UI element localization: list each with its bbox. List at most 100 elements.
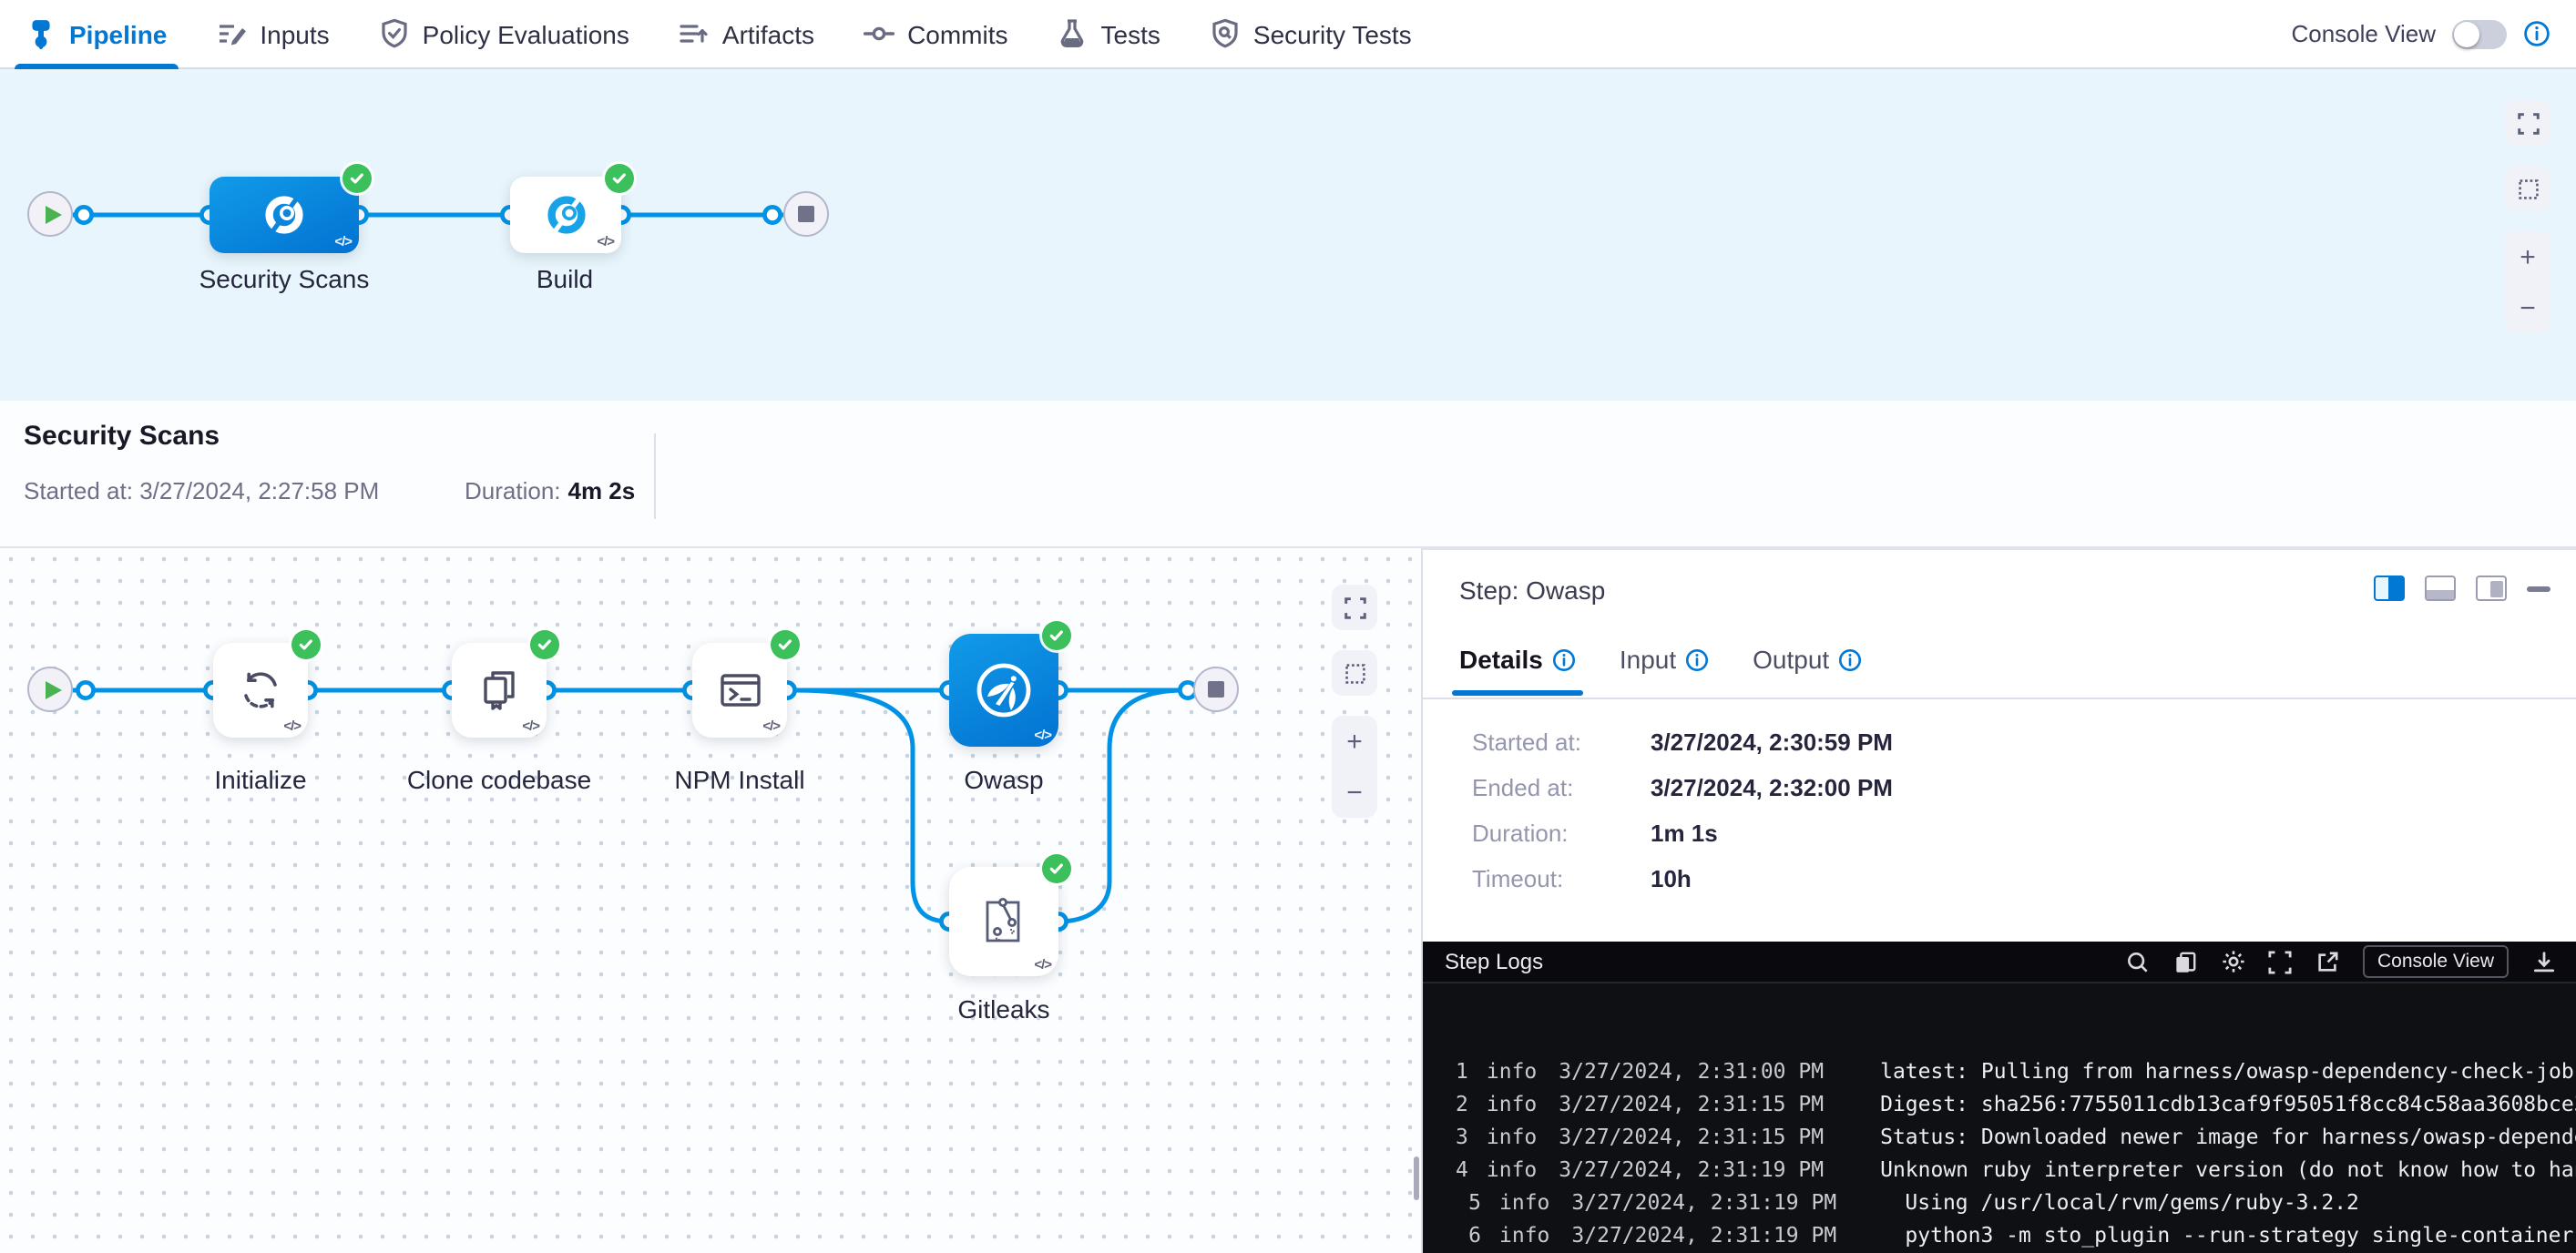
- log-ln: 4: [1456, 1153, 1468, 1186]
- select-region-button[interactable]: [2505, 166, 2550, 211]
- fullscreen-button[interactable]: [2505, 100, 2550, 146]
- tab-commits[interactable]: Commits: [864, 0, 1007, 68]
- log-ln: 6: [1456, 1218, 1481, 1251]
- console-view-toggle[interactable]: [2452, 19, 2507, 48]
- scrollbar-thumb[interactable]: [1414, 1156, 1419, 1200]
- log-lines[interactable]: 1info3/27/2024, 2:31:00 PMlatest: Pullin…: [1423, 983, 2576, 1251]
- code-glyph: </>: [522, 718, 539, 734]
- stage-end-node: [783, 191, 829, 237]
- zoom-controls: + −: [1332, 716, 1377, 818]
- zoom-out-button[interactable]: −: [1346, 779, 1363, 806]
- select-region-button[interactable]: [1332, 650, 1377, 696]
- step-card-npm-install[interactable]: </>: [692, 643, 787, 738]
- pipeline-icon: [26, 18, 56, 49]
- layout-split-right-icon[interactable]: [2374, 576, 2405, 601]
- success-badge: [605, 164, 634, 193]
- minimize-panel-icon[interactable]: [2527, 586, 2550, 591]
- tab-label: Security Tests: [1253, 19, 1412, 48]
- zoom-controls: + −: [2505, 231, 2550, 333]
- zoom-in-button[interactable]: +: [2520, 243, 2536, 270]
- tab-input[interactable]: Input: [1620, 645, 1709, 696]
- tab-output[interactable]: Output: [1753, 645, 1862, 696]
- detail-label: Ended at:: [1472, 774, 1651, 803]
- fullscreen-icon[interactable]: [2268, 949, 2294, 974]
- stage-summary-bar: Security Scans Started at: 3/27/2024, 2:…: [0, 401, 2576, 548]
- ci-stage-icon: [261, 191, 308, 239]
- log-time: 3/27/2024, 2:31:15 PM: [1559, 1087, 1824, 1120]
- step-card-initialize[interactable]: </>: [213, 643, 308, 738]
- step-label: Initialize: [151, 765, 370, 794]
- log-lvl: info: [1499, 1218, 1549, 1251]
- code-glyph: </>: [283, 718, 301, 734]
- stage-card-build[interactable]: </>: [510, 177, 621, 253]
- step-details-rows: Started at: 3/27/2024, 2:30:59 PM Ended …: [1472, 728, 1893, 894]
- step-start-node: [27, 667, 73, 712]
- stage-graph-canvas[interactable]: </> </> Security Scans Build + −: [0, 69, 2576, 401]
- step-card-gitleaks[interactable]: </>: [949, 867, 1058, 976]
- info-icon[interactable]: [2523, 20, 2550, 47]
- tab-details[interactable]: Details: [1459, 645, 1576, 696]
- stage-canvas-controls: + −: [2505, 100, 2550, 333]
- log-time: 3/27/2024, 2:31:00 PM: [1559, 1054, 1824, 1087]
- success-badge: [530, 630, 559, 659]
- step-logs-title: Step Logs: [1445, 949, 1543, 974]
- panel-layout-controls: [2374, 576, 2550, 601]
- stage-started-at: Started at: 3/27/2024, 2:27:58 PM: [24, 477, 379, 504]
- download-icon[interactable]: [2530, 949, 2556, 974]
- step-label: Clone codebase: [390, 765, 608, 794]
- tab-label: Details: [1459, 645, 1543, 674]
- console-view-label: Console View: [2291, 20, 2436, 47]
- tab-policy-evaluations[interactable]: Policy Evaluations: [379, 0, 629, 68]
- step-end-node: [1193, 667, 1239, 712]
- step-graph-canvas[interactable]: </> </> </> </>: [0, 548, 1421, 1253]
- tab-inputs[interactable]: Inputs: [216, 0, 329, 68]
- tab-label: Output: [1753, 645, 1829, 674]
- log-line: 5info3/27/2024, 2:31:19 PMUsing /usr/loc…: [1456, 1186, 2576, 1218]
- detail-label: Started at:: [1472, 728, 1651, 758]
- detail-value: 10h: [1651, 865, 1692, 894]
- zoom-in-button[interactable]: +: [1346, 728, 1363, 755]
- tab-security-tests[interactable]: Security Tests: [1210, 0, 1412, 68]
- settings-gear-icon[interactable]: [2221, 949, 2246, 974]
- tab-artifacts[interactable]: Artifacts: [679, 0, 814, 68]
- clone-codebase-icon: [475, 667, 523, 714]
- open-external-icon[interactable]: [2315, 949, 2341, 974]
- zoom-out-button[interactable]: −: [2520, 294, 2536, 321]
- shield-search-icon: [1210, 18, 1241, 49]
- stage-connectors: [0, 69, 2576, 401]
- search-icon[interactable]: [2126, 949, 2152, 974]
- console-view-button[interactable]: Console View: [2363, 945, 2509, 978]
- tab-tests[interactable]: Tests: [1058, 0, 1160, 68]
- duration-label: Duration:: [465, 477, 561, 504]
- code-glyph: </>: [597, 233, 614, 250]
- detail-value: 3/27/2024, 2:32:00 PM: [1651, 774, 1893, 803]
- detail-value: 3/27/2024, 2:30:59 PM: [1651, 728, 1893, 758]
- log-lvl: info: [1499, 1186, 1549, 1218]
- tab-label: Policy Evaluations: [423, 19, 629, 48]
- step-card-owasp[interactable]: </>: [949, 634, 1058, 747]
- top-nav: Pipeline Inputs Policy Evaluations Artif…: [0, 0, 2576, 69]
- started-value: 3/27/2024, 2:27:58 PM: [139, 477, 379, 504]
- fullscreen-button[interactable]: [1332, 585, 1377, 630]
- layout-floating-icon[interactable]: [2476, 576, 2507, 601]
- duration-value: 4m 2s: [568, 477, 636, 504]
- tab-pipeline[interactable]: Pipeline: [26, 0, 167, 68]
- layout-split-bottom-icon[interactable]: [2425, 576, 2456, 601]
- copy-icon[interactable]: [2173, 949, 2199, 974]
- code-glyph: </>: [762, 718, 780, 734]
- log-msg: Digest: sha256:7755011cdb13caf9f95051f8c…: [1880, 1087, 2576, 1120]
- stage-card-security-scans[interactable]: </>: [210, 177, 359, 253]
- ci-stage-icon: [542, 191, 589, 239]
- log-line: 3info3/27/2024, 2:31:15 PMStatus: Downlo…: [1456, 1120, 2576, 1153]
- step-panel-title: Step: Owasp: [1459, 576, 1605, 605]
- log-msg: Unknown ruby interpreter version (do not…: [1880, 1153, 2576, 1186]
- step-card-clone-codebase[interactable]: </>: [452, 643, 547, 738]
- step-label: Gitleaks: [894, 994, 1113, 1024]
- flask-icon: [1058, 18, 1089, 49]
- artifacts-icon: [679, 18, 710, 49]
- log-lvl: info: [1487, 1054, 1537, 1087]
- log-time: 3/27/2024, 2:31:15 PM: [1559, 1120, 1824, 1153]
- log-ln: 5: [1456, 1186, 1481, 1218]
- detail-row-timeout: Timeout: 10h: [1472, 865, 1893, 894]
- stage-label: Security Scans: [175, 264, 394, 293]
